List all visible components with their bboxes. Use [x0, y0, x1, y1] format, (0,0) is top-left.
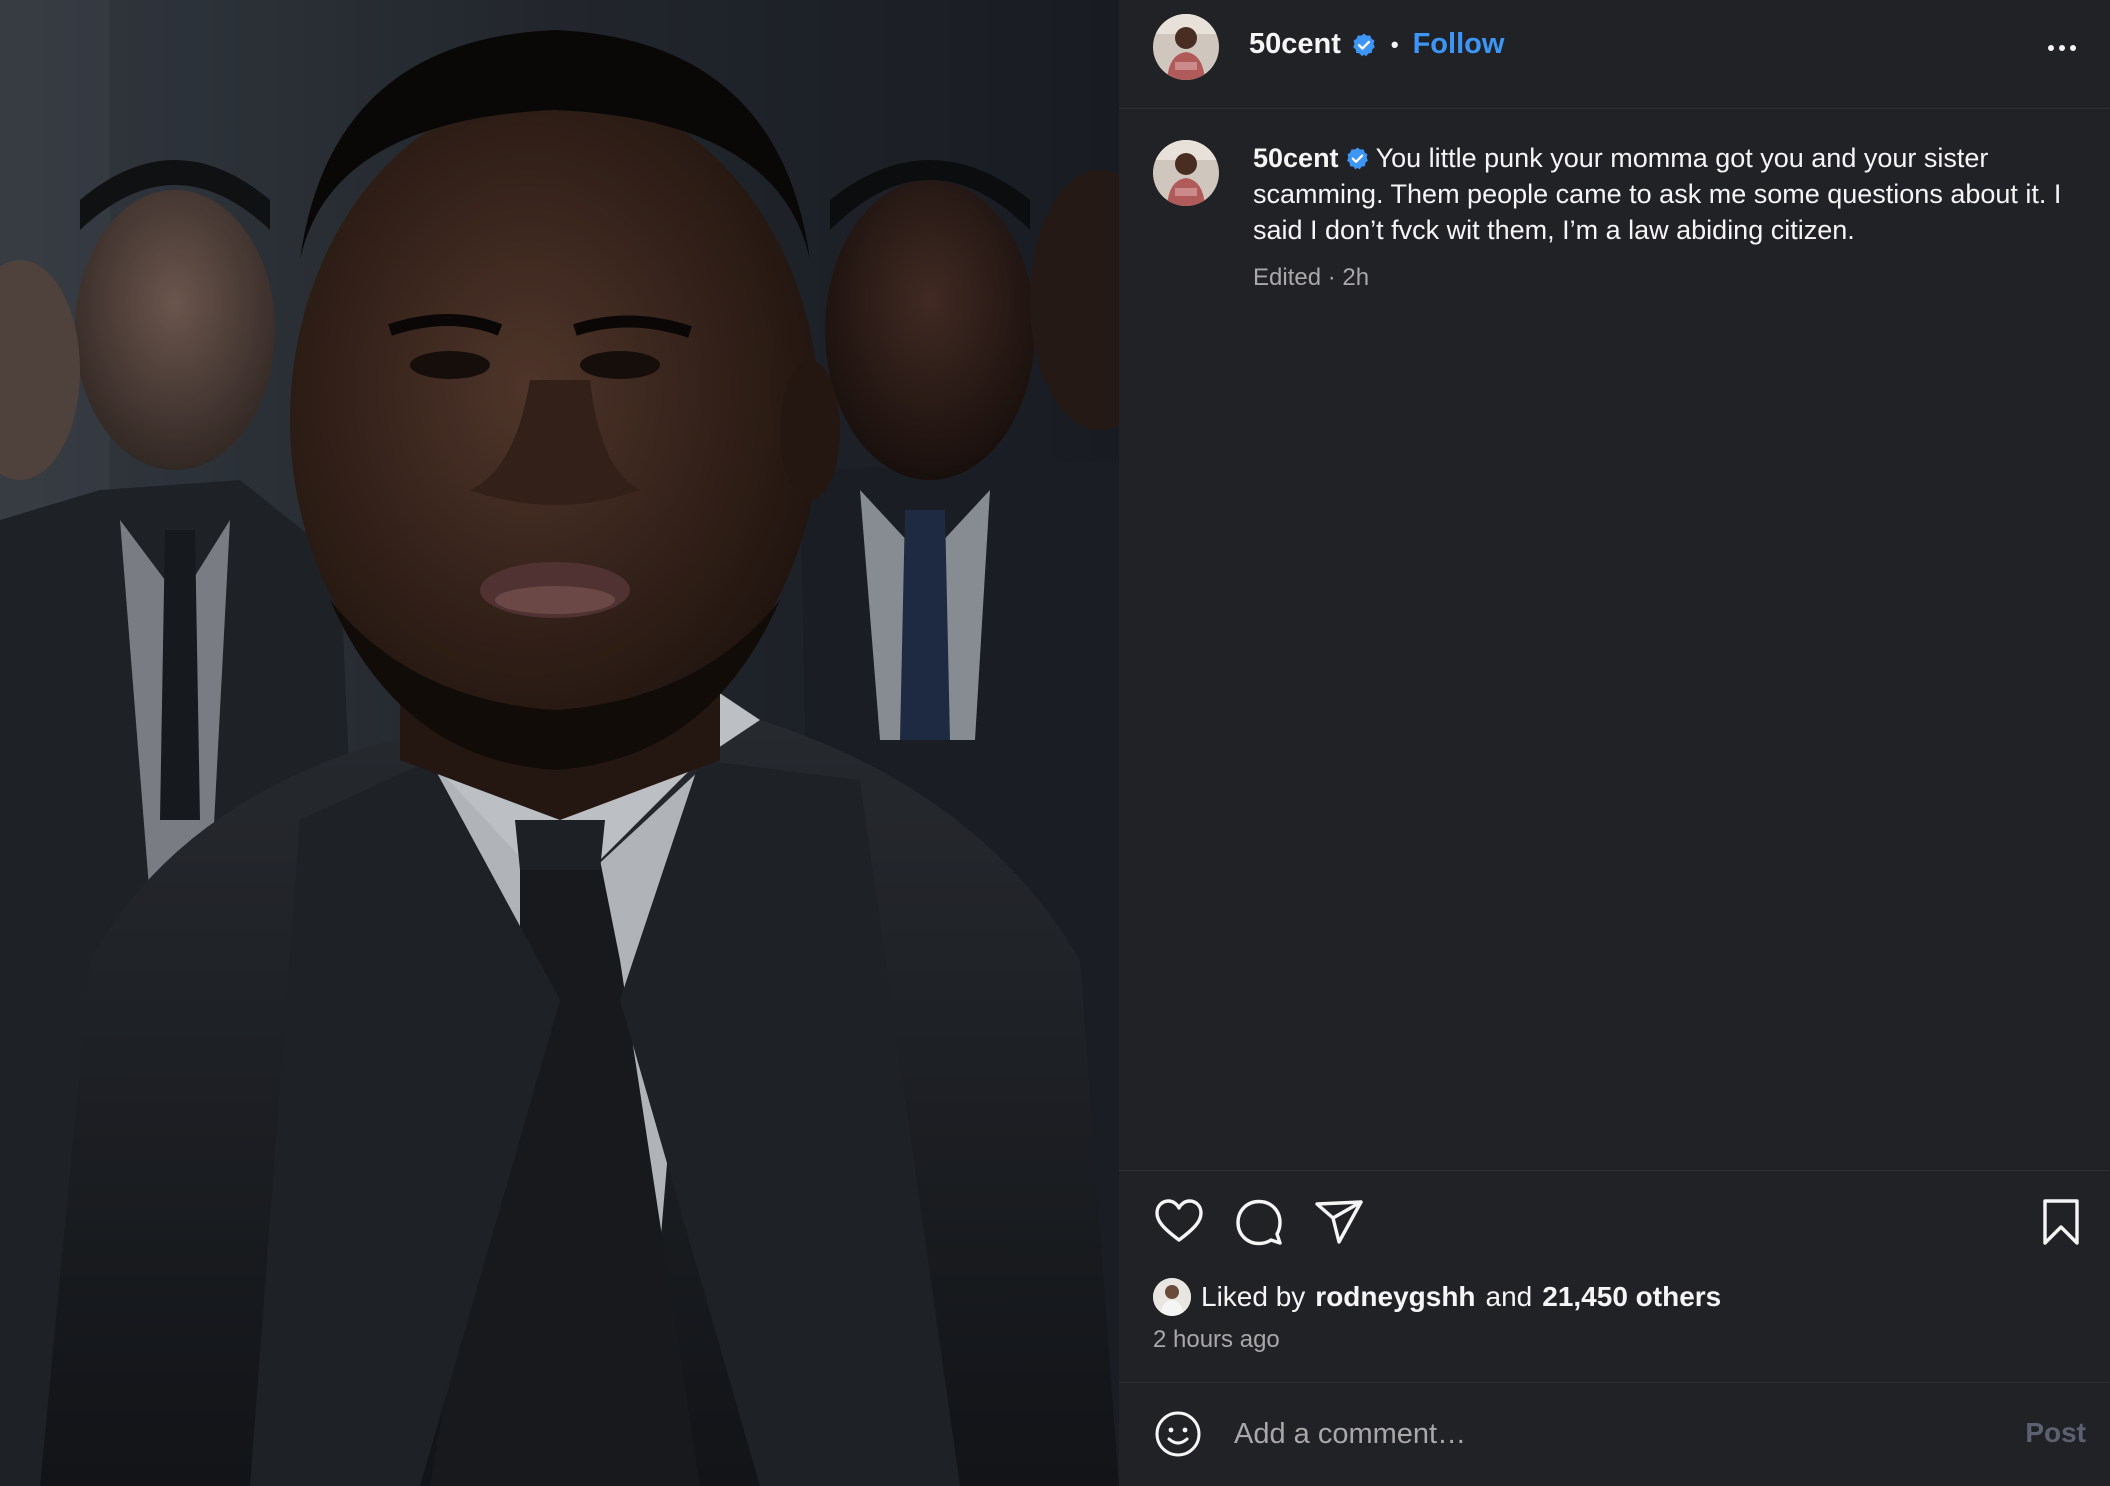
likes-prefix: Liked by — [1201, 1281, 1306, 1312]
send-icon[interactable] — [1313, 1196, 1365, 1248]
likes-summary: Liked by rodneygshh and 21,450 others — [1153, 1278, 1721, 1316]
post-timestamp[interactable]: 2 hours ago — [1153, 1326, 1280, 1354]
verified-badge-icon — [1346, 147, 1368, 170]
liker-avatar-image — [1153, 1278, 1191, 1316]
follow-button[interactable]: Follow — [1413, 28, 1505, 61]
post-caption: 50cent You little punk your momma got yo… — [1253, 140, 2073, 248]
liker-avatar[interactable] — [1153, 1278, 1191, 1316]
post-viewer: 50cent • Follow 50cent You little punk y… — [0, 0, 2110, 1486]
comment-bar: Post — [1119, 1383, 2110, 1486]
liker-username[interactable]: rodneygshh — [1315, 1281, 1475, 1313]
post-details-panel: 50cent • Follow 50cent You little punk y… — [1119, 0, 2110, 1486]
caption-meta: Edited · 2h — [1253, 264, 1370, 291]
author-username[interactable]: 50cent — [1249, 28, 1341, 61]
more-options-icon[interactable] — [2042, 28, 2082, 68]
author-avatar-image — [1153, 14, 1219, 80]
verified-badge-icon — [1353, 33, 1375, 56]
author-avatar[interactable] — [1153, 14, 1219, 80]
post-header: 50cent • Follow — [1119, 0, 2110, 109]
caption-username[interactable]: 50cent — [1253, 143, 1339, 173]
caption-text: You little punk your momma got you and y… — [1253, 143, 2062, 245]
bookmark-icon[interactable] — [2035, 1196, 2087, 1248]
emoji-icon[interactable] — [1153, 1409, 1203, 1459]
caption-author-avatar[interactable] — [1153, 140, 1219, 206]
actions-divider — [1119, 1170, 2110, 1171]
likes-count[interactable]: 21,450 others — [1542, 1281, 1721, 1313]
post-image-illustration — [0, 0, 1119, 1486]
action-bar — [1119, 1196, 2110, 1252]
post-image[interactable] — [0, 0, 1119, 1486]
post-comment-button[interactable]: Post — [2025, 1417, 2086, 1449]
comment-icon[interactable] — [1233, 1196, 1285, 1248]
likes-conjunction: and — [1485, 1281, 1533, 1312]
header-separator: • — [1390, 31, 1399, 57]
heart-icon[interactable] — [1153, 1196, 1205, 1248]
comment-input[interactable] — [1232, 1405, 1976, 1463]
caption-author-avatar-image — [1153, 140, 1219, 206]
header-user-row: 50cent • Follow — [1249, 28, 1504, 61]
